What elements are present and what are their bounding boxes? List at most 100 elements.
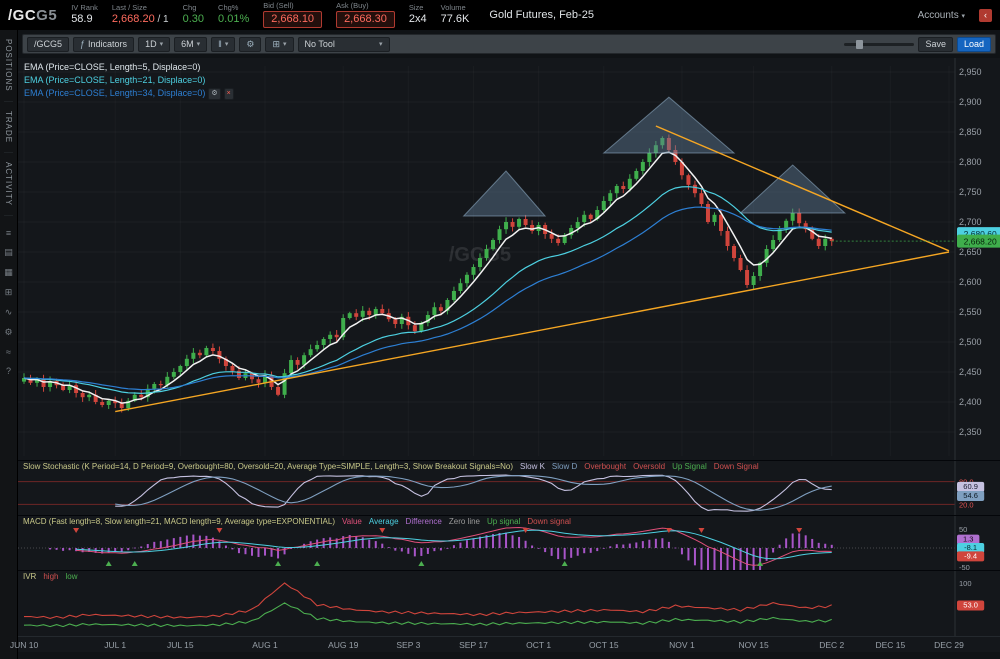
chevron-down-icon: ▾ [225, 40, 229, 48]
edit-study-gear-icon[interactable]: ⚙ [208, 88, 220, 100]
zoom-slider-thumb[interactable] [856, 40, 863, 49]
up-signal-arrow [106, 561, 112, 566]
legend-item: Up Signal [672, 462, 707, 471]
orders-icon[interactable]: ▤ [4, 247, 13, 258]
time-axis-label: NOV 15 [738, 640, 768, 650]
ivr-title: IVRhighlow [23, 572, 84, 581]
chart-icon[interactable]: ∿ [5, 307, 13, 318]
legend-item: Zero line [449, 517, 480, 526]
ivr-svg[interactable]: 1005053.0 [18, 571, 1000, 636]
chevron-down-icon: ▾ [197, 40, 201, 48]
time-axis-label: AUG 1 [252, 640, 278, 650]
legend-item: Slow Stochastic (K Period=14, D Period=9… [23, 462, 513, 471]
quote-header: /GCG5 IV Rank 58.9 Last / Size 2,668.20 … [0, 0, 1000, 30]
chevron-down-icon: ▾ [379, 40, 383, 48]
wave-tool-icon[interactable]: ≈ [6, 347, 11, 357]
zoom-slider[interactable] [844, 43, 914, 46]
down-signal-arrow [73, 528, 79, 533]
time-axis-label: JUN 10 [10, 640, 38, 650]
legend-item: Down signal [527, 517, 571, 526]
load-button[interactable]: Load [957, 37, 991, 52]
ivr-pane[interactable]: 1005053.0 IVRhighlow [18, 570, 1000, 636]
chart-toolbar: /GCG5 ƒIndicators 1D▾ 6M▾ ‖▾ ⚙ ⊞▾ No Too… [22, 34, 996, 54]
svg-text:53.0: 53.0 [963, 601, 978, 610]
price-chart-svg[interactable]: 2,3502,4002,4502,5002,5502,6002,6502,700… [18, 58, 1000, 460]
time-axis-label: DEC 2 [819, 640, 844, 650]
ask-button[interactable]: 2,668.30 [336, 11, 395, 28]
svg-text:-50: -50 [959, 563, 970, 570]
remove-study-close-icon[interactable]: × [224, 88, 234, 100]
chevron-down-icon: ▾ [283, 40, 287, 48]
down-signal-arrow [379, 528, 385, 533]
sidebar-tab-trade[interactable]: TRADE [4, 102, 13, 153]
chg-field: Chg 0.30 [183, 4, 204, 25]
svg-text:2,450: 2,450 [959, 367, 982, 377]
sidebar-tab-activity[interactable]: ACTIVITY [4, 153, 13, 216]
pattern-triangle [604, 97, 734, 153]
symbol-box[interactable]: /GCG5 [27, 37, 69, 52]
bid-button[interactable]: 2,668.10 [263, 11, 322, 28]
size-field: Size 2x4 [409, 4, 427, 25]
volume-field: Volume 77.6K [441, 4, 470, 25]
watchlist-icon[interactable]: ≡ [6, 228, 11, 238]
legend-item: MACD (Fast length=8, Slow length=21, MAC… [23, 517, 335, 526]
ema-21-line [24, 187, 832, 394]
time-axis-label: OCT 15 [589, 640, 619, 650]
time-axis-label: AUG 19 [328, 640, 358, 650]
grid-view-icon[interactable]: ▦ [4, 267, 13, 278]
chart-workspace: /GCG5 ƒIndicators 1D▾ 6M▾ ‖▾ ⚙ ⊞▾ No Too… [18, 30, 1000, 659]
chg-pct-field: Chg% 0.01% [218, 4, 249, 25]
down-signal-arrow [216, 528, 222, 533]
chevron-down-icon: ▾ [160, 40, 164, 48]
svg-text:2,900: 2,900 [959, 97, 982, 107]
left-sidebar: POSITIONS TRADE ACTIVITY ≡ ▤ ▦ ⊞ ∿ ⚙ ≈ ? [0, 30, 18, 659]
time-axis-label: SEP 17 [459, 640, 488, 650]
help-icon[interactable]: ? [6, 366, 11, 376]
svg-text:2,700: 2,700 [959, 217, 982, 227]
svg-text:100: 100 [959, 579, 972, 588]
sidebar-tab-positions[interactable]: POSITIONS [4, 30, 13, 102]
indicators-button[interactable]: ƒIndicators [73, 37, 134, 52]
legend-item: Slow D [552, 462, 577, 471]
layout-icon[interactable]: ⊞ [5, 287, 13, 298]
svg-text:2,550: 2,550 [959, 307, 982, 317]
legend-item: Down Signal [714, 462, 759, 471]
macd-pane[interactable]: 50-501.3-8.1-9.4 MACD (Fast length=8, Sl… [18, 515, 1000, 570]
svg-text:2,600: 2,600 [959, 277, 982, 287]
collapse-panel-button[interactable]: ‹ [979, 9, 992, 22]
down-signal-arrow [796, 528, 802, 533]
up-signal-arrow [757, 561, 763, 566]
legend-item: high [43, 572, 58, 581]
pattern-triangle [464, 171, 545, 216]
legend-item: Average [369, 517, 399, 526]
time-axis: JUN 10JUL 1JUL 15AUG 1AUG 19SEP 3SEP 17O… [18, 636, 1000, 652]
legend-item: Difference [406, 517, 442, 526]
timeframe-dropdown[interactable]: 1D▾ [138, 37, 170, 52]
study-legend: EMA (Price=CLOSE, Length=5, Displace=0) … [24, 61, 234, 100]
legend-item: Up signal [487, 517, 520, 526]
price-chart-pane[interactable]: 2,3502,4002,4502,5002,5502,6002,6502,700… [18, 58, 1000, 460]
chart-settings-button[interactable]: ⚙ [239, 37, 261, 52]
grid-layout-dropdown[interactable]: ⊞▾ [265, 37, 293, 52]
svg-text:20.0: 20.0 [959, 500, 974, 509]
up-signal-arrow [314, 561, 320, 566]
save-button[interactable]: Save [918, 37, 953, 52]
up-signal-arrow [275, 561, 281, 566]
time-axis-label: OCT 1 [526, 640, 551, 650]
legend-item: Value [342, 517, 362, 526]
stochastic-pane[interactable]: 80.020.060.954.6 Slow Stochastic (K Peri… [18, 460, 1000, 515]
drawing-tool-dropdown[interactable]: No Tool▾ [298, 37, 390, 52]
bid-field: Bid (Sell) 2,668.10 [263, 2, 322, 27]
legend-item: Slow K [520, 462, 545, 471]
range-dropdown[interactable]: 6M▾ [174, 37, 207, 52]
time-axis-label: NOV 1 [669, 640, 695, 650]
svg-text:2,400: 2,400 [959, 397, 982, 407]
settings-gear-icon[interactable]: ⚙ [4, 327, 12, 338]
svg-text:54.6: 54.6 [963, 491, 978, 500]
chart-style-dropdown[interactable]: ‖▾ [211, 37, 235, 52]
accounts-dropdown[interactable]: Accounts ▾ [918, 10, 965, 21]
down-signal-arrow [698, 528, 704, 533]
last-size-field: Last / Size 2,668.20 / 1 [112, 4, 169, 25]
time-axis-label: JUL 15 [167, 640, 194, 650]
svg-text:-9.4: -9.4 [964, 551, 977, 560]
